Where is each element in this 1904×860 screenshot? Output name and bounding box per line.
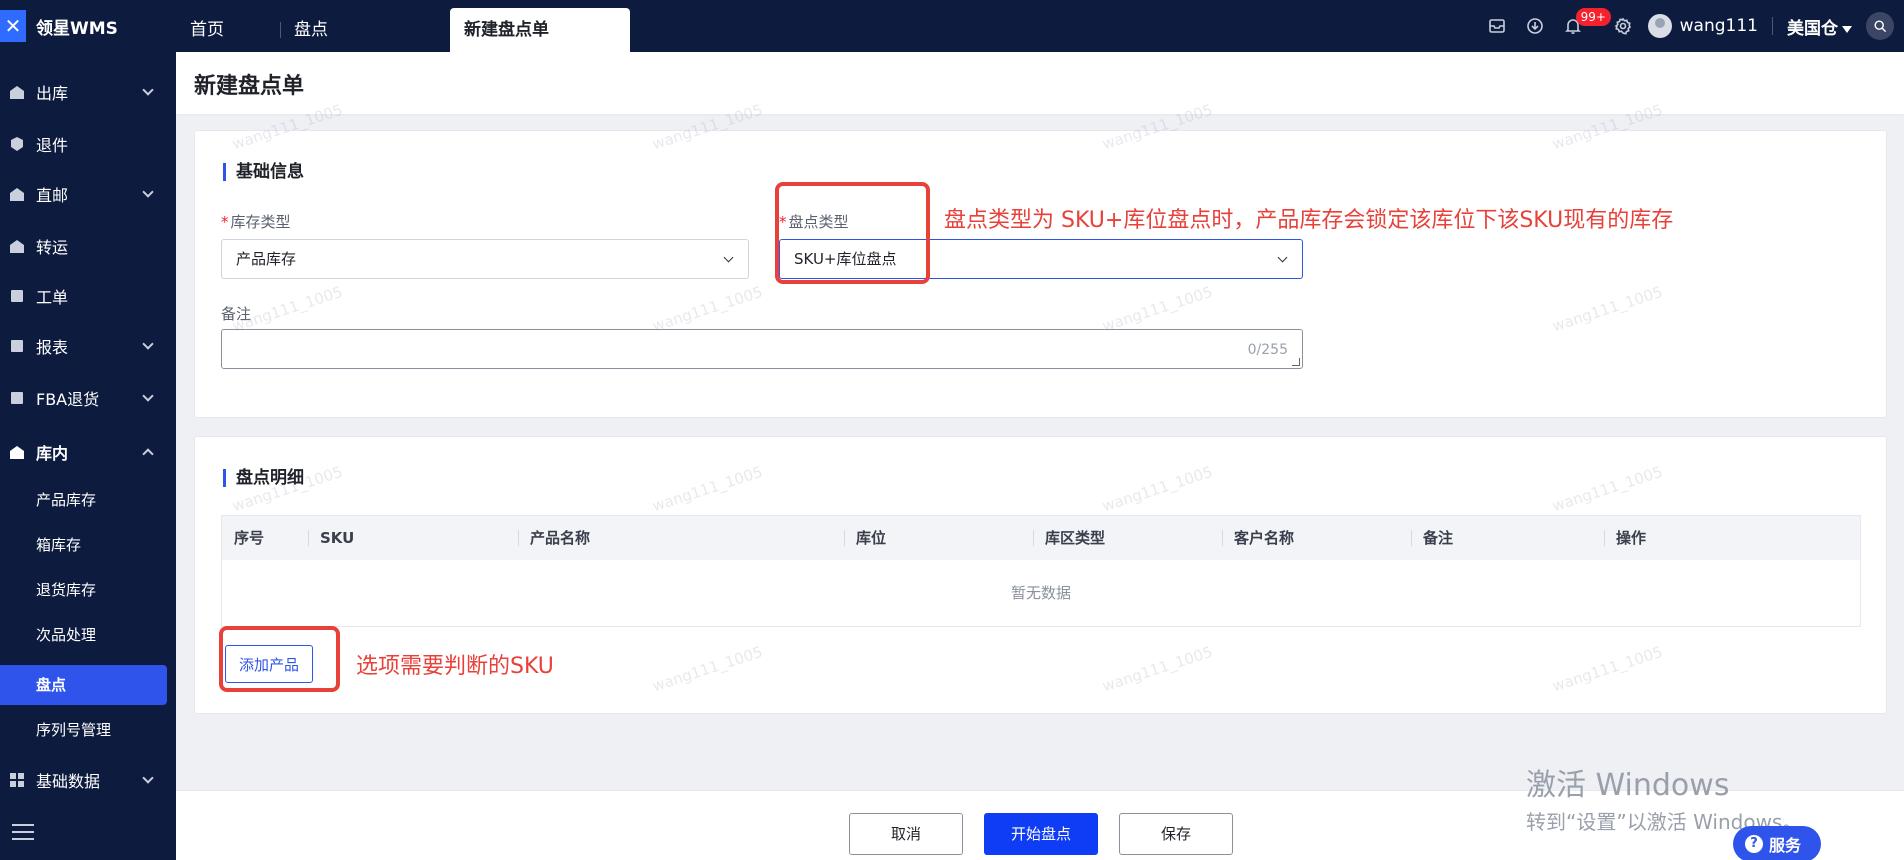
- basic-info-card: 基础信息 * 库存类型 产品库存 * 盘点类型 SKU+库位盘点 备注 0/255: [194, 130, 1887, 418]
- fba-icon: [8, 389, 26, 407]
- column-header: 库区类型: [1033, 516, 1105, 560]
- empty-state: 暂无数据: [1010, 584, 1071, 602]
- sidebar-subitem-return-stock[interactable]: 退货库存: [0, 570, 176, 610]
- sidebar-item-report[interactable]: 报表: [0, 326, 176, 366]
- chevron-down-icon: [142, 186, 154, 198]
- column-header: 备注: [1411, 516, 1453, 560]
- sidebar-subitem-serial-numbers[interactable]: 序列号管理: [0, 710, 176, 750]
- work-order-icon: [8, 287, 26, 305]
- sidebar-subitem-defective[interactable]: 次品处理: [0, 615, 176, 655]
- help-icon: ?: [1745, 835, 1763, 853]
- sidebar-item-label: 出库: [36, 84, 69, 103]
- column-header: 产品名称: [518, 516, 590, 560]
- sidebar-item-label: 转运: [36, 238, 69, 257]
- column-header: SKU: [308, 516, 354, 560]
- annotation-text: 选项需要判断的SKU: [356, 654, 554, 679]
- sidebar-item-work-order[interactable]: 工单: [0, 276, 176, 316]
- sidebar-item-label: 报表: [36, 338, 69, 357]
- tab-home[interactable]: 首页: [176, 8, 280, 52]
- tab-new-count-order[interactable]: 新建盘点单: [450, 8, 630, 52]
- page-title: 新建盘点单: [194, 74, 305, 99]
- inventory-type-value: 产品库存: [236, 250, 297, 268]
- save-button[interactable]: 保存: [1119, 813, 1233, 855]
- inventory-type-label: * 库存类型: [221, 213, 291, 231]
- direct-mail-icon: [8, 185, 26, 203]
- resize-handle-icon[interactable]: [1292, 358, 1300, 366]
- sidebar-item-in-warehouse[interactable]: 库内: [0, 432, 176, 472]
- divider: [1772, 17, 1773, 35]
- chevron-down-icon: [142, 390, 154, 402]
- sidebar-item-transfer[interactable]: 转运: [0, 226, 176, 266]
- sidebar-item-label: FBA退货: [36, 390, 100, 409]
- transfer-icon: [8, 237, 26, 255]
- sidebar-item-label: 基础数据: [36, 772, 101, 791]
- sidebar-subitem-product-stock[interactable]: 产品库存: [0, 480, 176, 520]
- start-count-button[interactable]: 开始盘点: [984, 813, 1098, 855]
- user-menu[interactable]: wang111: [1647, 14, 1758, 38]
- bell-icon[interactable]: 99+: [1554, 0, 1611, 52]
- warehouse-selector[interactable]: 美国仓: [1787, 14, 1852, 39]
- search-icon[interactable]: [1866, 12, 1894, 40]
- settings-icon[interactable]: [1604, 0, 1642, 52]
- sidebar-item-outbound[interactable]: 出库: [0, 72, 176, 112]
- avatar: [1647, 14, 1672, 38]
- warehouse-icon: [8, 443, 26, 461]
- column-header: 序号: [234, 529, 265, 547]
- sidebar-item-fba-returns[interactable]: FBA退货: [0, 378, 176, 418]
- chevron-down-icon: [142, 84, 154, 96]
- chevron-down-icon: [142, 772, 154, 784]
- sidebar-item-label: 工单: [36, 288, 69, 307]
- tab-bar: 首页 盘点 新建盘点单: [176, 0, 630, 52]
- chevron-down-icon: [142, 338, 154, 350]
- cancel-button[interactable]: 取消: [849, 813, 963, 855]
- download-icon[interactable]: [1516, 0, 1554, 52]
- sidebar-subitem-box-stock[interactable]: 箱库存: [0, 525, 176, 565]
- sidebar-item-label: 退件: [36, 136, 69, 155]
- warehouse-name: 美国仓: [1787, 18, 1838, 39]
- top-bar: ✕ 领星WMS 首页 盘点 新建盘点单 99+ wang111 美国仓: [0, 0, 1904, 52]
- sidebar-item-returns[interactable]: 退件: [0, 124, 176, 164]
- sidebar-item-base-data[interactable]: 基础数据: [0, 760, 176, 800]
- section-title: 基础信息: [223, 163, 304, 181]
- chevron-up-icon: [142, 448, 154, 460]
- collapse-menu-icon[interactable]: [12, 824, 34, 844]
- logo-icon: ✕: [0, 10, 26, 42]
- report-icon: [8, 337, 26, 355]
- top-right-tools: 99+ wang111 美国仓: [1478, 0, 1904, 52]
- outbound-icon: [8, 83, 26, 101]
- inbox-icon[interactable]: [1478, 0, 1516, 52]
- username: wang111: [1679, 16, 1758, 36]
- inventory-type-select[interactable]: 产品库存: [221, 239, 749, 279]
- base-data-icon: [8, 771, 26, 789]
- column-header: 操作: [1604, 516, 1646, 560]
- annotation-text: 盘点类型为 SKU+库位盘点时，产品库存会锁定该库位下该SKU现有的库存: [944, 208, 1674, 233]
- column-header: 库位: [844, 516, 886, 560]
- annotation-box: [219, 626, 340, 692]
- remark-textarea[interactable]: 0/255: [221, 329, 1303, 369]
- return-icon: [8, 135, 26, 153]
- char-count: 0/255: [1247, 342, 1288, 358]
- chevron-down-icon: [1277, 252, 1288, 263]
- logo[interactable]: ✕ 领星WMS: [0, 0, 176, 52]
- sidebar: 出库 退件 直邮 转运 工单 报表 FBA退货 库内 产品库存 箱库存 退货库存…: [0, 52, 176, 860]
- caret-down-icon: [1842, 25, 1852, 33]
- sidebar-subitem-inventory-count[interactable]: 盘点: [0, 665, 167, 705]
- service-button[interactable]: ? 服务: [1733, 826, 1821, 860]
- logo-text: 领星WMS: [36, 18, 118, 39]
- activation-title: 激活 Windows: [1526, 768, 1730, 803]
- annotation-box: [775, 182, 930, 284]
- tab-inventory-count[interactable]: 盘点: [280, 8, 450, 52]
- details-table: 序号 SKU 产品名称 库位 库区类型 客户名称 备注 操作 暂无数据: [221, 515, 1861, 627]
- chevron-down-icon: [723, 252, 734, 263]
- windows-activation-notice: 激活 Windows 转到“设置”以激活 Windows。: [1526, 760, 1802, 835]
- table-header: 序号 SKU 产品名称 库位 库区类型 客户名称 备注 操作: [222, 516, 1860, 560]
- sidebar-item-label: 库内: [36, 444, 69, 463]
- sidebar-item-direct-mail[interactable]: 直邮: [0, 174, 176, 214]
- service-label: 服务: [1769, 836, 1802, 855]
- column-header: 客户名称: [1222, 516, 1294, 560]
- sidebar-item-label: 直邮: [36, 186, 69, 205]
